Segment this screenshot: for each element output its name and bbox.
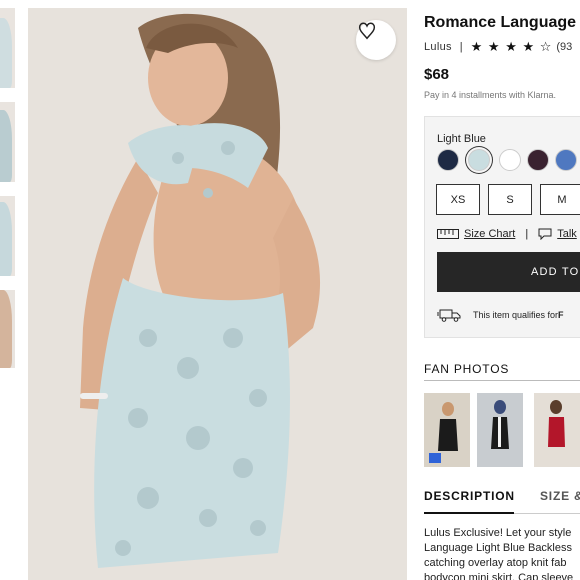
shipping-bold-text: F — [558, 310, 564, 320]
ruler-icon — [437, 229, 459, 239]
separator: | — [525, 228, 529, 240]
description-line: bodycon mini skirt. Cap sleeve — [424, 572, 574, 580]
fan-photo-image — [534, 393, 580, 467]
size-chart-link[interactable]: Size Chart — [464, 228, 515, 240]
chat-icon — [538, 228, 552, 240]
main-product-image — [28, 8, 407, 580]
separator: | — [459, 41, 463, 53]
size-chart-row: Size Chart | Talk — [437, 228, 577, 240]
product-info: Romance Language Light Blue Backless Lac… — [424, 0, 580, 580]
thumbnail-1[interactable] — [0, 8, 15, 88]
rating-stars[interactable]: ★ ★ ★ ★ ☆ — [471, 39, 553, 55]
brand-link[interactable]: Lulus — [424, 41, 452, 53]
swatch-burgundy[interactable] — [527, 149, 549, 171]
size-button-s[interactable]: S — [488, 184, 532, 215]
brand-rating-row: Lulus | ★ ★ ★ ★ ☆ (93 — [424, 39, 572, 55]
fan-photo-image — [477, 393, 523, 467]
price: $68 — [424, 66, 450, 83]
favorite-button[interactable] — [356, 20, 396, 60]
selected-color-label: Light Blue — [437, 133, 486, 145]
divider — [424, 380, 580, 381]
heart-icon — [358, 22, 376, 40]
fan-photo-2[interactable] — [477, 393, 523, 467]
fan-photo-3[interactable] — [534, 393, 580, 467]
tab-description[interactable]: DESCRIPTION — [424, 489, 515, 503]
swatch-white[interactable] — [499, 149, 521, 171]
thumbnail-3[interactable] — [0, 196, 15, 276]
review-count[interactable]: (93 — [556, 41, 572, 53]
thumbnail-2[interactable] — [0, 102, 15, 182]
size-button-xs[interactable]: XS — [436, 184, 480, 215]
fan-photo-image — [424, 393, 470, 467]
tab-size-fit[interactable]: SIZE & — [540, 489, 580, 503]
thumbnail-4[interactable] — [0, 290, 15, 368]
description-text: Lulus Exclusive! Let your style Language… — [424, 526, 580, 580]
divider — [514, 513, 580, 514]
fan-photos-title: FAN PHOTOS — [424, 362, 510, 376]
model-illustration — [28, 8, 407, 580]
thumbnail-strip — [0, 0, 16, 580]
product-title: Romance Language Light Blue Backless Lac… — [424, 14, 580, 31]
description-line: catching overlay atop knit fab — [424, 557, 567, 569]
swatch-light-blue[interactable] — [468, 149, 490, 171]
installments-text[interactable]: Pay in 4 installments with Klarna. — [424, 90, 556, 100]
add-to-bag-button[interactable]: ADD TO — [437, 252, 580, 292]
description-line: Language Light Blue Backless — [424, 542, 572, 554]
fan-photo-1[interactable] — [424, 393, 470, 467]
truck-icon — [437, 309, 461, 322]
active-tab-indicator — [424, 512, 514, 514]
swatch-blue[interactable] — [555, 149, 577, 171]
shipping-info: This item qualifies for F — [437, 307, 564, 323]
swatch-navy[interactable] — [437, 149, 459, 171]
description-line: Lulus Exclusive! Let your style — [424, 527, 572, 539]
talk-link[interactable]: Talk — [557, 228, 577, 240]
size-button-m[interactable]: M — [540, 184, 580, 215]
purchase-panel: Light Blue XS S M Size Chart | Talk ADD … — [424, 116, 580, 338]
shipping-text: This item qualifies for — [473, 310, 559, 320]
